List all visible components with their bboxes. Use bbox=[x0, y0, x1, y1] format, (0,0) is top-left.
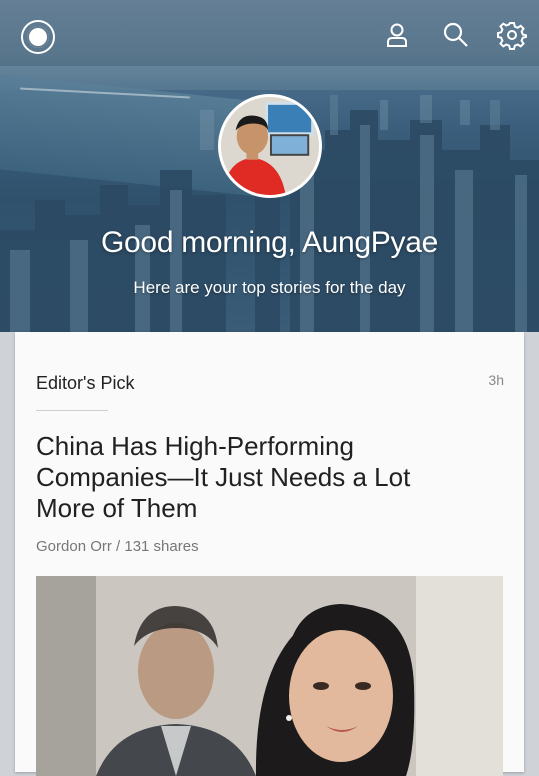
avatar[interactable] bbox=[218, 94, 322, 198]
profile-photo bbox=[221, 97, 319, 195]
settings-icon[interactable] bbox=[497, 20, 527, 50]
section-label: Editor's Pick bbox=[36, 373, 135, 393]
greeting-subtitle: Here are your top stories for the day bbox=[133, 278, 406, 297]
story-timestamp: 3h bbox=[488, 372, 504, 388]
greeting-title: Good morning, AungPyae bbox=[101, 226, 438, 259]
story-card[interactable]: Editor's Pick 3h China Has High-Performi… bbox=[15, 332, 524, 776]
story-byline: Gordon Orr / 131 shares bbox=[36, 538, 199, 555]
story-photo bbox=[36, 576, 503, 776]
divider bbox=[36, 410, 108, 411]
story-image[interactable] bbox=[36, 576, 503, 776]
header-hero: Good morning, AungPyae Here are your top… bbox=[0, 0, 539, 332]
profile-icon[interactable] bbox=[382, 20, 412, 50]
logo-icon[interactable] bbox=[21, 20, 55, 54]
story-headline[interactable]: China Has High-Performing Companies—It J… bbox=[36, 431, 456, 524]
search-icon[interactable] bbox=[441, 20, 471, 50]
